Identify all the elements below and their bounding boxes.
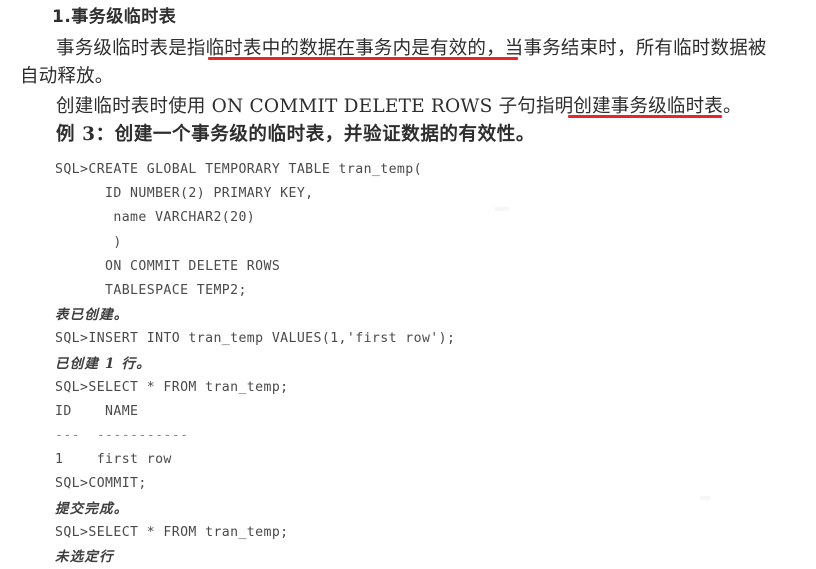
section-heading: 1.事务级临时表	[52, 7, 177, 27]
code-line: 已创建 1 行。	[55, 355, 151, 372]
code-line: TABLESPACE TEMP2;	[55, 282, 247, 298]
scan-artifact	[495, 207, 509, 211]
code-line: ON COMMIT DELETE ROWS	[55, 258, 281, 274]
code-line: --- -----------	[55, 428, 189, 444]
code-line: SQL>SELECT * FROM tran_temp;	[55, 524, 289, 540]
code-line: ID NUMBER(2) PRIMARY KEY,	[55, 186, 314, 202]
example-line: 例 3：创建一个事务级的临时表，并验证数据的有效性。	[56, 124, 535, 145]
code-line: SQL>SELECT * FROM tran_temp;	[55, 379, 289, 395]
red-underline-1	[208, 57, 518, 60]
code-line: SQL>CREATE GLOBAL TEMPORARY TABLE tran_t…	[55, 162, 422, 177]
code-line: ID NAME	[55, 403, 139, 419]
code-line: 1 first row	[55, 452, 172, 468]
code-line: 表已创建。	[55, 307, 129, 324]
code-line: 提交完成。	[55, 500, 129, 517]
code-line: 未选定行	[55, 549, 114, 565]
red-underline-2	[568, 115, 722, 118]
code-line: name VARCHAR2(20)	[55, 210, 256, 226]
scan-artifact	[700, 496, 710, 500]
sql-console-block: SQL>CREATE GLOBAL TEMPORARY TABLE tran_t…	[55, 158, 455, 569]
code-line: SQL>INSERT INTO tran_temp VALUES(1,'firs…	[55, 331, 456, 347]
document-page: 1.事务级临时表 事务级临时表是指临时表中的数据在事务内是有效的，当事务结束时，…	[0, 0, 816, 565]
paragraph-line-2: 自动释放。	[20, 66, 114, 87]
code-line: SQL>COMMIT;	[55, 476, 147, 492]
code-line: )	[55, 234, 122, 250]
